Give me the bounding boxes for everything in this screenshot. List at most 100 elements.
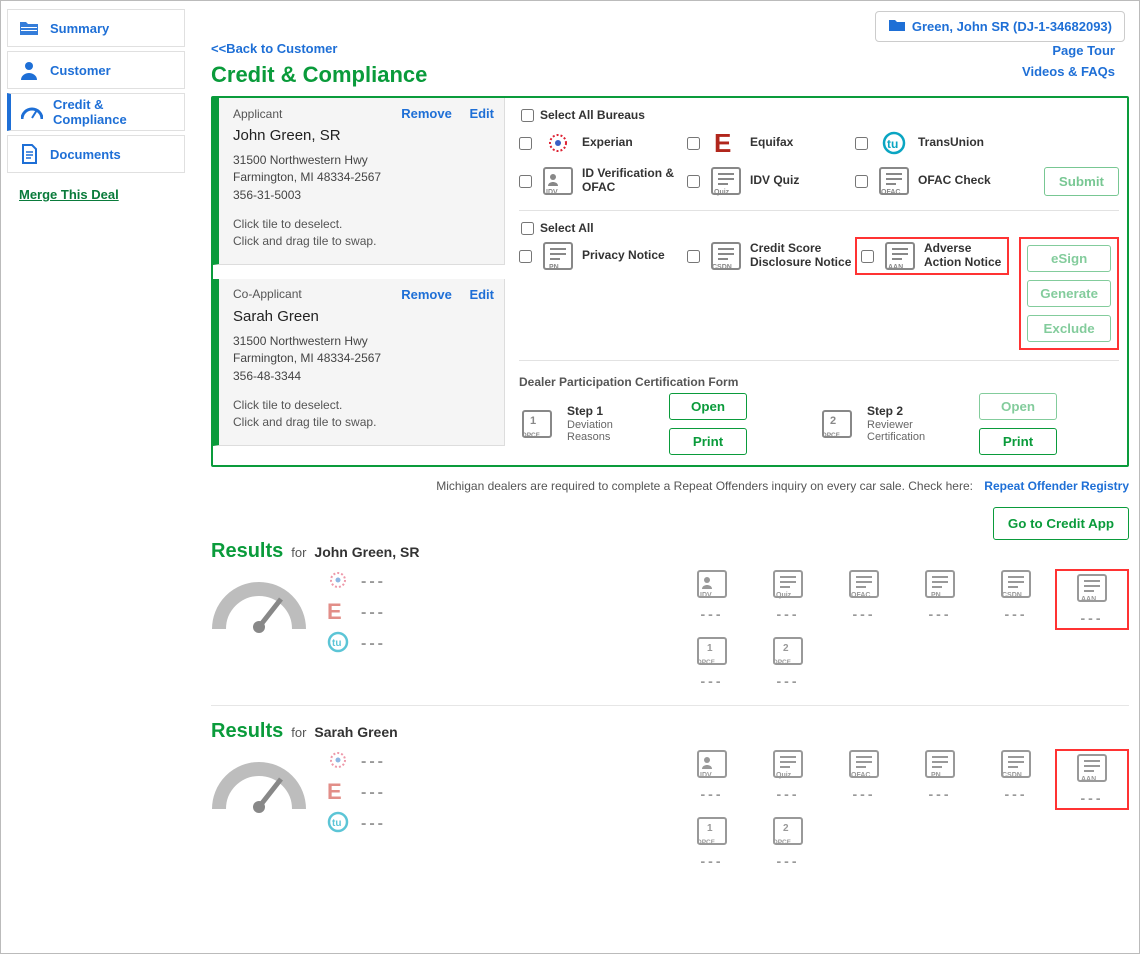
dpcf1-icon: 1DPCF — [694, 816, 730, 849]
svg-text:tu: tu — [332, 818, 341, 829]
sidebar-label: Credit & Compliance — [53, 97, 174, 127]
videos-faqs-link[interactable]: Videos & FAQs — [1022, 64, 1115, 79]
select-all-notices[interactable]: Select All — [521, 221, 1119, 235]
check-idv-quiz[interactable]: Quiz IDV Quiz — [687, 162, 855, 200]
svg-text:CSDN: CSDN — [712, 264, 732, 271]
svg-text:E: E — [714, 130, 731, 156]
csdn-icon: CSDN — [998, 569, 1034, 602]
exclude-button[interactable]: Exclude — [1027, 315, 1111, 342]
quiz-icon: Quiz — [770, 749, 806, 782]
svg-text:DPCF: DPCF — [773, 659, 791, 666]
select-all-bureaus[interactable]: Select All Bureaus — [521, 108, 1119, 122]
svg-text:AAN: AAN — [1081, 776, 1096, 783]
svg-text:CSDN: CSDN — [1002, 592, 1022, 599]
experian-icon — [540, 128, 576, 158]
sidebar-item-credit[interactable]: Credit & Compliance — [7, 93, 185, 131]
esign-button[interactable]: eSign — [1027, 245, 1111, 272]
transunion-icon: tu — [325, 811, 351, 836]
page-title: Credit & Compliance — [211, 62, 1129, 88]
sidebar-item-summary[interactable]: Summary — [7, 9, 185, 47]
svg-text:DPCF: DPCF — [522, 432, 540, 439]
coapplicant-tile[interactable]: Co-Applicant Remove Edit Sarah Green 315… — [213, 279, 505, 446]
sidebar-label: Summary — [50, 21, 109, 36]
results-title: Results — [211, 720, 283, 743]
svg-text:OFAC: OFAC — [851, 592, 870, 599]
svg-text:PN: PN — [931, 592, 941, 599]
notice-privacy[interactable]: PN Privacy Notice — [519, 237, 687, 275]
check-idv-ofac[interactable]: IDV ID Verification & OFAC — [519, 162, 687, 200]
svg-text:AAN: AAN — [888, 264, 903, 271]
remove-applicant-link[interactable]: Remove — [401, 287, 452, 302]
customer-badge[interactable]: Green, John SR (DJ-1-34682093) — [875, 11, 1125, 42]
svg-text:IDV: IDV — [700, 592, 712, 599]
results-name: Sarah Green — [314, 724, 397, 740]
dpcf2-icon: 2 DPCF — [819, 409, 855, 439]
svg-text:2: 2 — [830, 415, 836, 427]
dpcf1-icon: 1DPCF — [519, 409, 555, 439]
svg-text:E: E — [327, 780, 342, 802]
applicant-name: Sarah Green — [233, 308, 494, 325]
idv-icon: IDV — [540, 166, 576, 196]
dpcf1-open-button[interactable]: Open — [669, 393, 747, 420]
sidebar-item-documents[interactable]: Documents — [7, 135, 185, 173]
check-ofac[interactable]: OFAC OFAC Check — [855, 162, 1023, 200]
gauge-icon — [21, 101, 43, 123]
svg-text:AAN: AAN — [1081, 596, 1096, 603]
results-name: John Green, SR — [314, 544, 419, 560]
svg-text:CSDN: CSDN — [1002, 772, 1022, 779]
submit-button[interactable]: Submit — [1044, 167, 1119, 196]
csdn-icon: CSDN — [708, 241, 744, 271]
dpcf2-open-button[interactable]: Open — [979, 393, 1057, 420]
transunion-icon: tu — [325, 631, 351, 656]
csdn-icon: CSDN — [998, 749, 1034, 782]
edit-applicant-link[interactable]: Edit — [469, 106, 494, 121]
applicant-tile[interactable]: Applicant Remove Edit John Green, SR 315… — [213, 98, 505, 265]
person-icon — [18, 59, 40, 81]
results-title: Results — [211, 540, 283, 563]
edit-applicant-link[interactable]: Edit — [469, 287, 494, 302]
results-doc-grid: IDV--- Quiz--- OFAC--- PN--- CSDN--- AAN… — [675, 749, 1129, 869]
back-to-customer-link[interactable]: <<Back to Customer — [211, 41, 1129, 56]
equifax-icon: E — [325, 780, 351, 805]
pn-icon: PN — [922, 569, 958, 602]
idv-icon: IDV — [694, 569, 730, 602]
credit-compliance-panel: Applicant Remove Edit John Green, SR 315… — [211, 96, 1129, 467]
dpcf2-icon: 2DPCF — [770, 636, 806, 669]
merge-deal-link[interactable]: Merge This Deal — [7, 177, 185, 212]
aan-icon: AAN — [1074, 753, 1110, 786]
svg-text:E: E — [327, 600, 342, 622]
document-icon — [18, 143, 40, 165]
experian-icon — [325, 749, 351, 774]
svg-text:OFAC: OFAC — [851, 772, 870, 779]
notice-aan[interactable]: AAN Adverse Action Notice — [855, 237, 1009, 275]
dpcf-title: Dealer Participation Certification Form — [519, 375, 1119, 389]
sidebar-item-customer[interactable]: Customer — [7, 51, 185, 89]
dpcf1-print-button[interactable]: Print — [669, 428, 747, 455]
footer-note: Michigan dealers are required to complet… — [436, 479, 973, 493]
aan-icon: AAN — [882, 241, 918, 271]
bureau-transunion[interactable]: tu TransUnion — [855, 124, 1023, 162]
svg-text:Quiz: Quiz — [776, 592, 792, 599]
remove-applicant-link[interactable]: Remove — [401, 106, 452, 121]
svg-text:DPCF: DPCF — [822, 432, 840, 439]
bureau-equifax[interactable]: E Equifax — [687, 124, 855, 162]
equifax-icon: E — [325, 600, 351, 625]
applicant-name: John Green, SR — [233, 127, 494, 144]
dpcf2-print-button[interactable]: Print — [979, 428, 1057, 455]
pn-icon: PN — [922, 749, 958, 782]
transunion-icon: tu — [876, 128, 912, 158]
generate-button[interactable]: Generate — [1027, 280, 1111, 307]
svg-text:OFAC: OFAC — [881, 189, 900, 196]
sidebar-label: Documents — [50, 147, 121, 162]
svg-text:PN: PN — [931, 772, 941, 779]
score-gauge-icon — [211, 569, 307, 639]
page-tour-link[interactable]: Page Tour — [1022, 43, 1115, 58]
bureau-experian[interactable]: Experian — [519, 124, 687, 162]
go-to-credit-app-button[interactable]: Go to Credit App — [993, 507, 1129, 540]
notice-csdn[interactable]: CSDN Credit Score Disclosure Notice — [687, 237, 855, 275]
dpcf2-icon: 2DPCF — [770, 816, 806, 849]
svg-text:1: 1 — [707, 643, 713, 654]
svg-text:Quiz: Quiz — [776, 772, 792, 779]
repeat-offender-link[interactable]: Repeat Offender Registry — [984, 479, 1129, 493]
svg-text:IDV: IDV — [546, 189, 558, 196]
